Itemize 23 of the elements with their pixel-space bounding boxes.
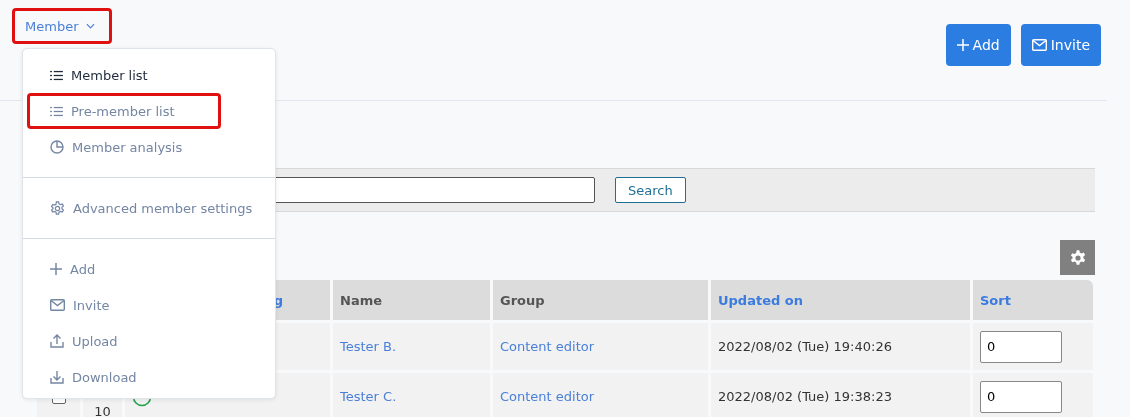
menu-item[interactable]: Add (27, 251, 221, 287)
header-button[interactable]: Invite (1020, 24, 1101, 66)
menu-item[interactable]: Member analysis (27, 129, 221, 165)
menu-item[interactable]: Invite (27, 287, 221, 323)
sort-field[interactable]: 0 (980, 380, 1062, 413)
group-link[interactable]: Content editor (500, 339, 595, 354)
menu-item[interactable]: Member list (27, 57, 221, 93)
column-header: Group (490, 280, 708, 320)
column-header[interactable]: Sort (970, 280, 1093, 320)
menu-item[interactable]: Upload (27, 323, 221, 359)
header-button[interactable]: Add (945, 24, 1011, 66)
sort-field[interactable]: 0 (980, 330, 1062, 363)
group-link[interactable]: Content editor (500, 389, 595, 404)
name-link[interactable]: Tester C. (340, 389, 397, 404)
search-button[interactable]: Search (615, 177, 686, 203)
name-link[interactable]: Tester B. (340, 339, 397, 354)
date-text: 2022/08/02 (Tue) 19:38:23 (718, 389, 892, 404)
column-header: Name (330, 280, 490, 320)
menu-item[interactable]: Advanced member settings (27, 190, 271, 226)
column-header[interactable]: Updated on (708, 280, 970, 320)
date-text: 2022/08/02 (Tue) 19:40:26 (718, 339, 892, 354)
menu-item[interactable]: Pre-member list (27, 93, 221, 129)
menu-trigger[interactable]: Member (12, 8, 113, 44)
